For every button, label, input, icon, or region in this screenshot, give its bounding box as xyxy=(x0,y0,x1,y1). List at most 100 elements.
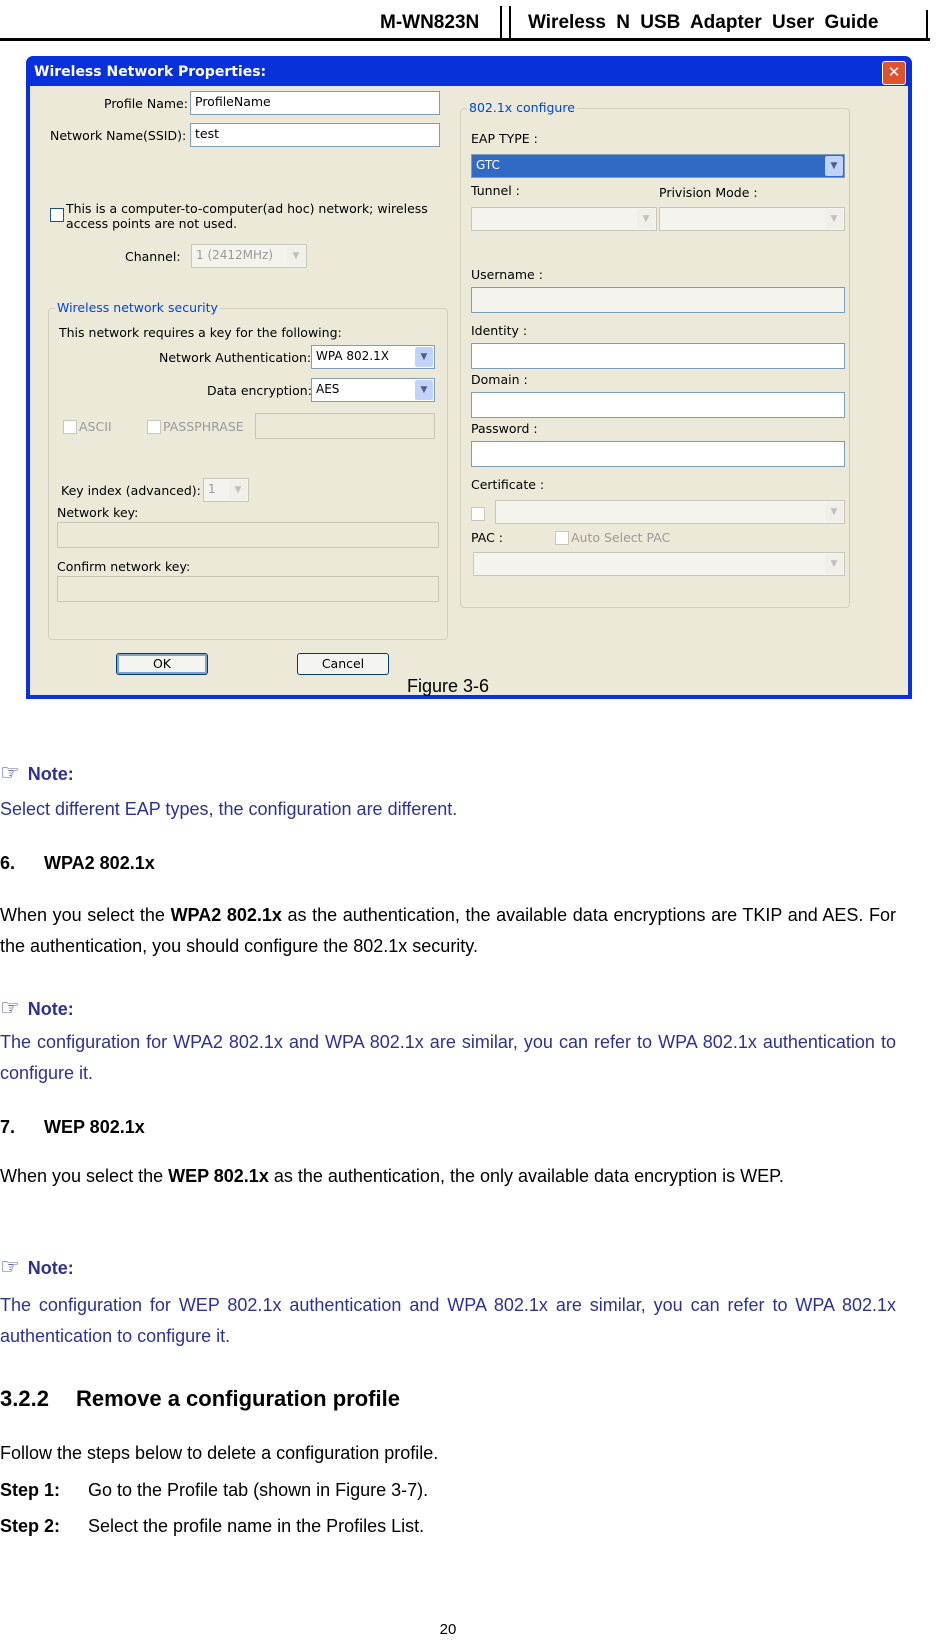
section-6-number: 6. xyxy=(0,853,16,873)
adhoc-label-line1: This is a computer-to-computer(ad hoc) n… xyxy=(66,201,428,216)
key-index-label: Key index (advanced): xyxy=(61,483,201,498)
section-6-text-pre: When you select the xyxy=(0,905,171,925)
auto-select-pac-label: Auto Select PAC xyxy=(571,530,671,545)
network-auth-label: Network Authentication: xyxy=(159,350,312,365)
network-auth-select[interactable]: WPA 802.1X ▼ xyxy=(311,345,435,369)
section-6-title: WPA2 802.1x xyxy=(44,853,155,873)
dialog-client-area: Profile Name: ProfileName Network Name(S… xyxy=(30,86,908,695)
channel-value: 1 (2412MHz) xyxy=(196,248,274,262)
channel-select[interactable]: 1 (2412MHz) ▼ xyxy=(191,244,307,268)
step-2-text: Select the profile name in the Profiles … xyxy=(88,1516,425,1536)
section-7-text-post: as the authentication, the only availabl… xyxy=(268,1166,784,1186)
domain-input[interactable] xyxy=(471,392,845,418)
section-7-text-pre: When you select the xyxy=(0,1166,169,1186)
certificate-checkbox[interactable] xyxy=(471,507,485,521)
page-header: M-WN823N Wireless N USB Adapter User Gui… xyxy=(0,0,930,41)
ssid-input[interactable]: test xyxy=(190,123,440,147)
section-6-text-bold: WPA2 802.1x xyxy=(170,905,282,925)
note-heading-2: ☞ Note: xyxy=(0,995,74,1021)
domain-label: Domain : xyxy=(471,372,528,387)
note-text-2: The configuration for WPA2 802.1x and WP… xyxy=(0,1032,896,1083)
chevron-down-icon: ▼ xyxy=(415,347,433,367)
network-auth-value: WPA 802.1X xyxy=(316,349,389,363)
profile-name-label: Profile Name: xyxy=(104,96,188,111)
note-heading-1: ☞ Note: xyxy=(0,760,74,786)
pointing-hand-icon: ☞ xyxy=(0,1254,20,1279)
section-7-text-bold: WEP 802.1x xyxy=(168,1166,269,1186)
chevron-down-icon: ▼ xyxy=(825,209,843,229)
tunnel-select[interactable]: ▼ xyxy=(471,207,657,231)
ascii-label: ASCII xyxy=(79,419,112,434)
provision-mode-select[interactable]: ▼ xyxy=(659,207,845,231)
section-heading-title: Remove a configuration profile xyxy=(76,1386,400,1411)
cancel-button[interactable]: Cancel xyxy=(297,653,389,675)
pac-label: PAC : xyxy=(471,530,503,545)
header-end-bar xyxy=(926,10,928,38)
passphrase-label: PASSPHRASE xyxy=(163,419,244,434)
ascii-checkbox[interactable] xyxy=(63,420,77,434)
section-6-paragraph: When you select the WPA2 802.1x as the a… xyxy=(0,900,896,962)
header-separator xyxy=(500,6,511,40)
passphrase-checkbox[interactable] xyxy=(147,420,161,434)
note-text-3: The configuration for WEP 802.1x authent… xyxy=(0,1295,896,1346)
username-input[interactable] xyxy=(471,287,845,313)
password-input[interactable] xyxy=(471,441,845,467)
chevron-down-icon: ▼ xyxy=(229,480,247,500)
step-1-label: Step 1: xyxy=(0,1480,61,1500)
tunnel-label: Tunnel : xyxy=(471,183,520,198)
key-index-value: 1 xyxy=(208,482,216,496)
password-label: Password : xyxy=(471,421,538,436)
dot1x-config-legend: 802.1x configure xyxy=(467,100,577,115)
section-heading-number: 3.2.2 xyxy=(0,1386,49,1411)
note-label: Note: xyxy=(27,764,74,784)
chevron-down-icon: ▼ xyxy=(287,246,305,266)
section-7-paragraph: When you select the WEP 802.1x as the au… xyxy=(0,1161,896,1192)
close-icon[interactable]: ✕ xyxy=(882,61,906,85)
page-number: 20 xyxy=(439,1621,457,1638)
wireless-security-group: Wireless network security This network r… xyxy=(48,300,448,640)
eap-type-select[interactable]: GTC ▼ xyxy=(471,154,845,178)
channel-label: Channel: xyxy=(125,249,181,264)
header-guide-title: Wireless N USB Adapter User Guide xyxy=(528,12,879,33)
confirm-key-input[interactable] xyxy=(57,576,439,602)
pointing-hand-icon: ☞ xyxy=(0,995,20,1020)
passphrase-input[interactable] xyxy=(255,413,435,439)
identity-label: Identity : xyxy=(471,323,528,338)
identity-input[interactable] xyxy=(471,343,845,369)
certificate-select[interactable]: ▼ xyxy=(495,500,845,524)
pac-select[interactable]: ▼ xyxy=(473,552,845,576)
chevron-down-icon: ▼ xyxy=(825,156,843,176)
section-7-number: 7. xyxy=(0,1117,16,1137)
chevron-down-icon: ▼ xyxy=(415,380,433,400)
step-2-label: Step 2: xyxy=(0,1516,61,1536)
username-label: Username : xyxy=(471,267,543,282)
provision-mode-label: Privision Mode : xyxy=(659,185,758,200)
section-7-title: WEP 802.1x xyxy=(44,1117,145,1137)
note-label: Note: xyxy=(27,1258,74,1278)
header-model: M-WN823N xyxy=(380,12,480,33)
eap-type-value: GTC xyxy=(476,158,500,172)
data-encryption-label: Data encryption: xyxy=(207,383,312,398)
certificate-label: Certificate : xyxy=(471,477,545,492)
dot1x-config-group: 802.1x configure EAP TYPE : GTC ▼ Tunnel… xyxy=(460,100,850,608)
adhoc-checkbox[interactable] xyxy=(50,208,64,222)
ok-button[interactable]: OK xyxy=(116,653,208,675)
pointing-hand-icon: ☞ xyxy=(0,760,20,785)
intro-text: Follow the steps below to delete a confi… xyxy=(0,1443,439,1463)
chevron-down-icon: ▼ xyxy=(825,502,843,522)
step-1-text: Go to the Profile tab (shown in Figure 3… xyxy=(88,1480,429,1500)
profile-name-input[interactable]: ProfileName xyxy=(190,91,440,115)
network-key-input[interactable] xyxy=(57,522,439,548)
auto-select-pac-checkbox[interactable] xyxy=(555,531,569,545)
wireless-security-legend: Wireless network security xyxy=(55,300,220,315)
chevron-down-icon: ▼ xyxy=(825,554,843,574)
network-key-label: Network key: xyxy=(57,505,139,520)
key-index-select[interactable]: 1 ▼ xyxy=(203,478,249,502)
data-encryption-select[interactable]: AES ▼ xyxy=(311,378,435,402)
note-label: Note: xyxy=(27,999,74,1019)
confirm-key-label: Confirm network key: xyxy=(57,559,191,574)
eap-type-label: EAP TYPE : xyxy=(471,131,538,146)
adhoc-label-line2: access points are not used. xyxy=(66,216,238,231)
ssid-label: Network Name(SSID): xyxy=(50,128,187,143)
chevron-down-icon: ▼ xyxy=(637,209,655,229)
